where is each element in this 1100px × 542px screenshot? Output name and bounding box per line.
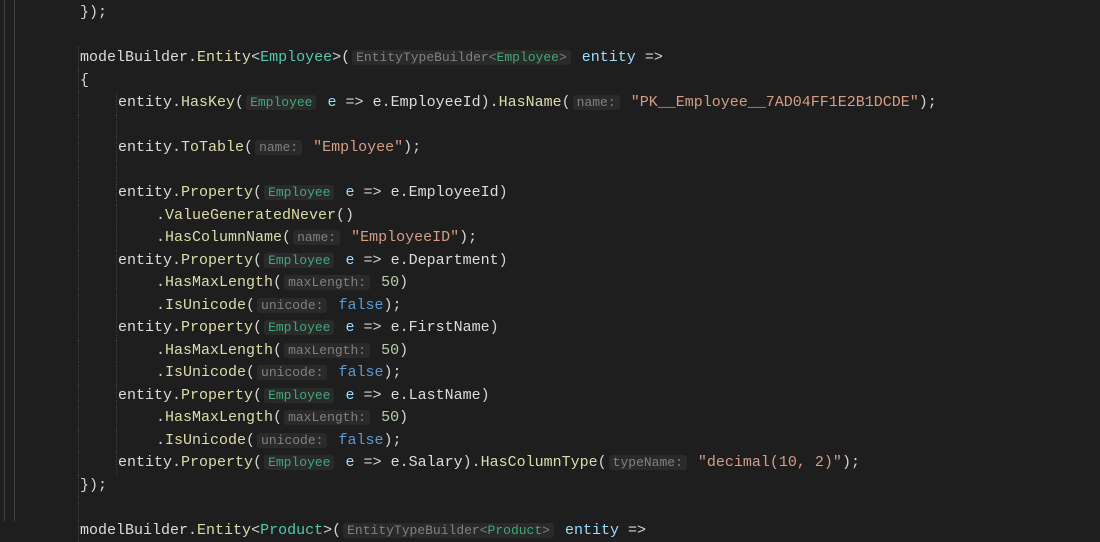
- inlay-hint: Employee: [246, 95, 316, 110]
- code-line[interactable]: entity.Property(Employee e => e.Employee…: [20, 182, 1100, 205]
- code-line[interactable]: entity.Property(Employee e => e.Salary).…: [20, 452, 1100, 475]
- inlay-hint: maxLength:: [284, 275, 370, 290]
- inlay-hint: maxLength:: [284, 343, 370, 358]
- inlay-hint: unicode:: [257, 365, 327, 380]
- inlay-hint: unicode:: [257, 298, 327, 313]
- code-editor[interactable]: }); modelBuilder.Entity<Employee>(Entity…: [0, 0, 1100, 521]
- code-line[interactable]: {: [20, 70, 1100, 93]
- inlay-hint: maxLength:: [284, 410, 370, 425]
- code-line[interactable]: entity.HasKey(Employee e => e.EmployeeId…: [20, 92, 1100, 115]
- code-line[interactable]: entity.ToTable(name: "Employee");: [20, 137, 1100, 160]
- code-line[interactable]: [20, 160, 1100, 183]
- code-line[interactable]: });: [20, 475, 1100, 498]
- inlay-hint: Employee: [264, 185, 334, 200]
- inlay-hint: unicode:: [257, 433, 327, 448]
- code-line[interactable]: .ValueGeneratedNever(): [20, 205, 1100, 228]
- inlay-hint: name:: [573, 95, 620, 110]
- code-line[interactable]: entity.Property(Employee e => e.FirstNam…: [20, 317, 1100, 340]
- code-line[interactable]: .HasMaxLength(maxLength: 50): [20, 340, 1100, 363]
- inlay-hint: Employee: [264, 253, 334, 268]
- code-line[interactable]: .HasMaxLength(maxLength: 50): [20, 272, 1100, 295]
- code-line[interactable]: [20, 497, 1100, 520]
- code-line[interactable]: .IsUnicode(unicode: false);: [20, 430, 1100, 453]
- code-line[interactable]: .IsUnicode(unicode: false);: [20, 362, 1100, 385]
- inlay-hint: name:: [255, 140, 302, 155]
- folding-gutter: [0, 0, 20, 521]
- code-line[interactable]: .HasColumnName(name: "EmployeeID");: [20, 227, 1100, 250]
- code-line[interactable]: .IsUnicode(unicode: false);: [20, 295, 1100, 318]
- code-line[interactable]: [20, 115, 1100, 138]
- code-line[interactable]: modelBuilder.Entity<Product>(EntityTypeB…: [20, 520, 1100, 542]
- inlay-hint: EntityTypeBuilder<Product>: [343, 523, 554, 538]
- code-area[interactable]: }); modelBuilder.Entity<Employee>(Entity…: [20, 0, 1100, 521]
- code-line[interactable]: entity.Property(Employee e => e.LastName…: [20, 385, 1100, 408]
- inlay-hint: name:: [293, 230, 340, 245]
- code-line[interactable]: entity.Property(Employee e => e.Departme…: [20, 250, 1100, 273]
- inlay-hint: Employee: [264, 320, 334, 335]
- code-line[interactable]: [20, 25, 1100, 48]
- code-line[interactable]: .HasMaxLength(maxLength: 50): [20, 407, 1100, 430]
- code-line[interactable]: modelBuilder.Entity<Employee>(EntityType…: [20, 47, 1100, 70]
- inlay-hint: Employee: [264, 455, 334, 470]
- inlay-hint: Employee: [264, 388, 334, 403]
- inlay-hint: EntityTypeBuilder<Employee>: [352, 50, 571, 65]
- inlay-hint: typeName:: [609, 455, 687, 470]
- code-line[interactable]: });: [20, 2, 1100, 25]
